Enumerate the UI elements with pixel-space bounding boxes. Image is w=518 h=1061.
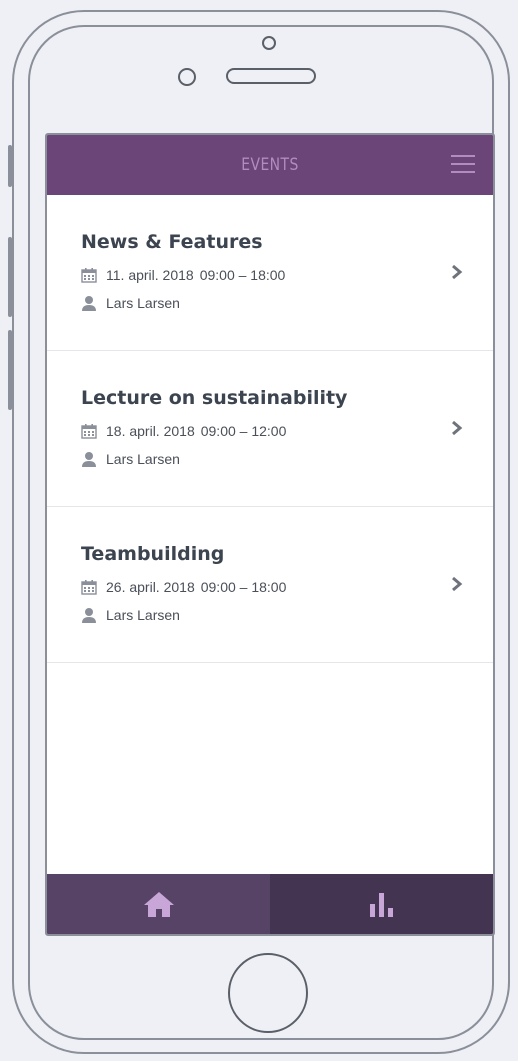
- event-list: News & Features 11. april. 2018 09:00 – …: [47, 195, 493, 663]
- event-date-row: 18. april. 2018 09:00 – 12:00: [81, 423, 286, 439]
- front-camera: [262, 36, 276, 50]
- event-organizer: Lars Larsen: [106, 607, 180, 623]
- event-date-row: 26. april. 2018 09:00 – 18:00: [81, 579, 286, 595]
- event-organizer-row: Lars Larsen: [81, 607, 180, 623]
- phone-home-button[interactable]: [228, 953, 308, 1033]
- event-title: Teambuilding: [81, 543, 225, 565]
- page-title: EVENTS: [241, 155, 299, 175]
- app-screen: EVENTS News & Features 11. april. 2018 0…: [45, 133, 495, 936]
- earpiece-speaker: [226, 68, 316, 84]
- event-organizer-row: Lars Larsen: [81, 451, 180, 467]
- event-title: Lecture on sustainability: [81, 387, 348, 409]
- mute-switch: [8, 145, 12, 187]
- calendar-icon: [81, 424, 97, 439]
- person-icon: [82, 608, 96, 623]
- calendar-icon: [81, 268, 97, 283]
- event-date: 26. april. 2018: [106, 579, 195, 595]
- event-organizer-row: Lars Larsen: [81, 295, 180, 311]
- event-title: News & Features: [81, 231, 263, 253]
- event-item[interactable]: Lecture on sustainability 18. april. 201…: [47, 351, 493, 507]
- event-time: 09:00 – 18:00: [200, 579, 287, 595]
- calendar-icon: [81, 580, 97, 595]
- event-item[interactable]: Teambuilding 26. april. 2018 09:00 – 18:…: [47, 507, 493, 663]
- event-organizer: Lars Larsen: [106, 295, 180, 311]
- hamburger-menu-icon[interactable]: [451, 155, 475, 175]
- tab-statistics[interactable]: [270, 874, 493, 934]
- event-time: 09:00 – 12:00: [200, 423, 287, 439]
- person-icon: [82, 452, 96, 467]
- proximity-sensor: [178, 68, 196, 86]
- event-date-row: 11. april. 2018 09:00 – 18:00: [81, 267, 285, 283]
- person-icon: [82, 296, 96, 311]
- volume-down-button: [8, 330, 12, 410]
- chevron-right-icon[interactable]: [451, 576, 463, 592]
- bar-chart-icon: [369, 893, 393, 917]
- chevron-right-icon[interactable]: [451, 264, 463, 280]
- event-date: 11. april. 2018: [106, 267, 194, 283]
- chevron-right-icon[interactable]: [451, 420, 463, 436]
- volume-up-button: [8, 237, 12, 317]
- home-icon: [143, 892, 174, 917]
- tab-home[interactable]: [47, 874, 270, 934]
- app-header: EVENTS: [47, 135, 493, 195]
- event-item[interactable]: News & Features 11. april. 2018 09:00 – …: [47, 195, 493, 351]
- event-organizer: Lars Larsen: [106, 451, 180, 467]
- event-date: 18. april. 2018: [106, 423, 195, 439]
- bottom-tab-bar: [47, 874, 493, 934]
- event-time: 09:00 – 18:00: [199, 267, 286, 283]
